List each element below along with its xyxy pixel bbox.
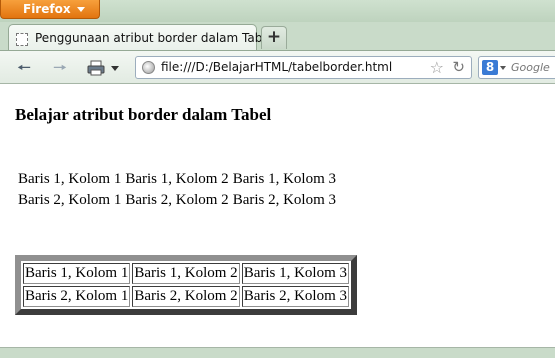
forward-icon: 🠖 [52, 58, 67, 77]
firefox-menu-button[interactable]: Firefox [0, 0, 100, 19]
table-cell: Baris 1, Kolom 1 [18, 171, 122, 187]
print-button[interactable] [84, 57, 108, 79]
back-button[interactable]: 🠔 [12, 57, 36, 79]
title-bar: Firefox [0, 0, 555, 22]
print-icon [87, 60, 105, 76]
reload-icon[interactable]: ↻ [452, 58, 465, 76]
table-row: Baris 2, Kolom 1 Baris 2, Kolom 2 Baris … [17, 191, 337, 210]
table-row: Baris 1, Kolom 1 Baris 1, Kolom 2 Baris … [23, 263, 350, 284]
table-cell: Baris 2, Kolom 2 [132, 286, 240, 307]
firefox-menu-label: Firefox [23, 2, 71, 16]
chevron-down-icon [76, 7, 85, 12]
address-url: file:///D:/BelajarHTML/tabelborder.html [161, 60, 393, 74]
table-bordered: Baris 1, Kolom 1 Baris 1, Kolom 2 Baris … [15, 255, 358, 315]
search-engine-dropdown-icon[interactable] [500, 66, 506, 70]
tab-active[interactable]: Penggunaan atribut border dalam Tabel [8, 24, 273, 52]
page-heading: Belajar atribut border dalam Tabel [15, 105, 272, 124]
search-placeholder: Google [511, 61, 550, 74]
page-content: Belajar atribut border dalam Tabel Baris… [0, 84, 555, 347]
table-cell: Baris 1, Kolom 3 [232, 171, 337, 187]
search-bar[interactable]: 8 Google [478, 56, 555, 79]
dropdown-icon [111, 66, 119, 71]
table-cell: Baris 1, Kolom 2 [132, 263, 240, 284]
globe-icon [142, 61, 155, 74]
table-no-border: Baris 1, Kolom 1 Baris 1, Kolom 2 Baris … [15, 168, 339, 212]
table-cell: Baris 1, Kolom 3 [241, 263, 350, 284]
table-cell: Baris 2, Kolom 1 [23, 286, 131, 307]
table-cell: Baris 2, Kolom 2 [125, 192, 229, 208]
table-row: Baris 2, Kolom 1 Baris 2, Kolom 2 Baris … [23, 286, 350, 307]
toolbar-dropdown-button[interactable] [108, 57, 122, 79]
table-cell: Baris 1, Kolom 1 [23, 263, 131, 284]
bookmark-star-icon[interactable]: ☆ [430, 58, 444, 77]
table-cell: Baris 2, Kolom 1 [18, 192, 122, 208]
tab-strip: Penggunaan atribut border dalam Tabel + [0, 22, 555, 52]
table-row: Baris 1, Kolom 1 Baris 1, Kolom 2 Baris … [17, 170, 337, 189]
google-icon[interactable]: 8 [482, 60, 498, 75]
navigation-toolbar: 🠔 🠖 file:///D:/BelajarHTML/tabelborder.h… [0, 50, 555, 84]
table-cell: Baris 1, Kolom 2 [125, 171, 229, 187]
back-icon: 🠔 [16, 58, 31, 77]
table-cell: Baris 2, Kolom 3 [241, 286, 350, 307]
address-bar[interactable]: file:///D:/BelajarHTML/tabelborder.html … [135, 56, 472, 79]
status-bar [0, 347, 555, 358]
table-cell: Baris 2, Kolom 3 [232, 192, 337, 208]
new-tab-button[interactable]: + [261, 26, 287, 49]
tab-title: Penggunaan atribut border dalam Tabel [35, 31, 274, 45]
forward-button[interactable]: 🠖 [48, 57, 72, 79]
page-favicon-icon [16, 33, 28, 46]
